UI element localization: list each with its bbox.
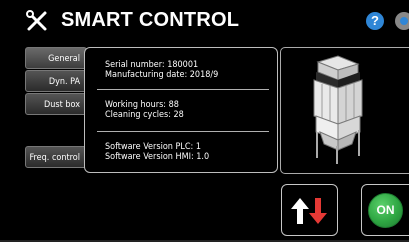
tab-general[interactable]: General	[25, 47, 87, 69]
working-hours: Working hours: 88	[105, 100, 179, 110]
help-icon[interactable]: ?	[366, 12, 384, 30]
machine-info-panel: Serial number: 180001 Manufacturing date…	[84, 47, 278, 173]
app-title: SMART CONTROL	[61, 9, 240, 31]
cleaning-cycles: Cleaning cycles: 28	[105, 110, 184, 120]
on-indicator[interactable]: ON	[368, 193, 403, 228]
usage-info: Working hours: 88 Cleaning cycles: 28	[105, 100, 184, 120]
software-version-hmi: Software Version HMI: 1.0	[105, 152, 210, 162]
divider	[97, 89, 269, 90]
settings-icon[interactable]	[392, 9, 409, 33]
reverse-direction-button[interactable]	[281, 184, 338, 236]
identity-info: Serial number: 180001 Manufacturing date…	[105, 60, 218, 80]
serial-number: Serial number: 180001	[105, 60, 199, 70]
tab-dyn-pa[interactable]: Dyn. PA	[25, 70, 87, 92]
tab-freq-control[interactable]: Freq. control	[25, 146, 87, 168]
divider	[97, 131, 269, 132]
dust-extractor-image	[313, 55, 363, 164]
tab-dust-box[interactable]: Dust box	[25, 93, 87, 115]
software-info: Software Version PLC: 1 Software Version…	[105, 142, 209, 162]
manufacturing-date: Manufacturing date: 2018/9	[105, 70, 219, 80]
up-down-arrows-icon	[291, 198, 327, 224]
software-version-plc: Software Version PLC: 1	[105, 142, 201, 152]
tools-icon[interactable]	[25, 9, 49, 33]
